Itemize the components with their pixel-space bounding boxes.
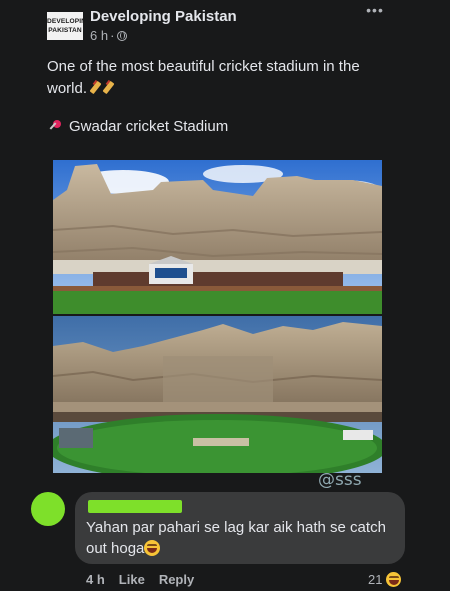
post-meta: 6 h ·: [90, 28, 128, 43]
page-name[interactable]: Developing Pakistan: [90, 8, 237, 25]
comment-time[interactable]: 4 h: [86, 572, 105, 587]
page-logo-line2: PAKISTAN: [48, 27, 82, 34]
reaction-count: 21: [368, 572, 383, 587]
comment-text: Yahan par pahari se lag kar aik hath se …: [86, 517, 391, 559]
comment-bubble: Yahan par pahari se lag kar aik hath se …: [75, 492, 405, 564]
laughing-emoji: [144, 540, 161, 556]
cricket-bat-icon: [103, 81, 113, 95]
stadium-photo-top[interactable]: [53, 160, 382, 314]
commenter-name-redacted[interactable]: [88, 500, 182, 513]
laughing-emoji: [386, 572, 402, 587]
comment-actions: 4 h Like Reply: [86, 572, 194, 587]
meta-separator: ·: [110, 28, 115, 43]
stadium-photo-bottom[interactable]: [53, 316, 382, 473]
page-logo-line1: DEVELOPING: [47, 18, 92, 25]
stadium-photo-bottom-graphic: [53, 316, 382, 473]
photo-watermark: @sss: [318, 470, 362, 490]
location-text: Gwadar cricket Stadium: [69, 118, 229, 135]
comment-reactions[interactable]: 21: [368, 572, 402, 587]
like-button[interactable]: Like: [119, 572, 145, 587]
commenter-avatar[interactable]: [31, 492, 65, 526]
pushpin-icon: [47, 119, 63, 135]
cricket-bat-icon: [90, 81, 100, 95]
reply-button[interactable]: Reply: [159, 572, 194, 587]
stadium-photo-top-graphic: [53, 160, 382, 314]
facebook-post-screen: DEVELOPING PAKISTAN Developing Pakistan …: [0, 0, 450, 591]
post-location: Gwadar cricket Stadium: [47, 118, 228, 135]
more-options-button[interactable]: •••: [364, 2, 386, 20]
page-logo[interactable]: DEVELOPING PAKISTAN: [47, 12, 92, 40]
post-caption: One of the most beautiful cricket stadiu…: [47, 56, 397, 100]
globe-icon: [117, 30, 128, 41]
post-time[interactable]: 6 h: [90, 28, 108, 43]
comment-text-content: Yahan par pahari se lag kar aik hath se …: [86, 519, 386, 557]
